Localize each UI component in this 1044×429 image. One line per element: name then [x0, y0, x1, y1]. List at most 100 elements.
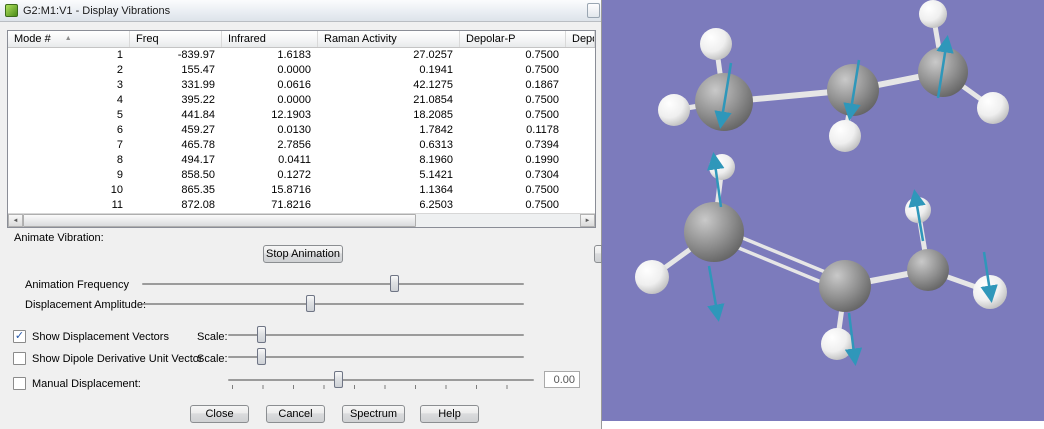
table-row[interactable]: 11872.0871.82166.25030.7500: [8, 198, 595, 213]
scrollbar-track[interactable]: [416, 214, 580, 227]
slider-thumb[interactable]: [306, 295, 315, 312]
table-cell: 9: [8, 168, 130, 183]
displacement-vector-arrow: [709, 266, 718, 317]
table-row[interactable]: 6459.270.01301.78420.1178: [8, 123, 595, 138]
manual-displacement-value-field[interactable]: [544, 371, 580, 388]
animation-frequency-label: Animation Frequency: [25, 279, 129, 291]
vibration-modes-table: Mode #▲FreqInfraredRaman ActivityDepolar…: [7, 30, 596, 228]
dipole-scale-label: Scale:: [197, 353, 228, 365]
vector-scale-slider[interactable]: [228, 326, 524, 343]
display-vibrations-window: G2:M1:V1 - Display Vibrations Mode #▲Fre…: [0, 0, 602, 429]
table-cell: [566, 138, 595, 153]
table-cell: 18.2085: [318, 108, 460, 123]
table-cell: 0.7304: [460, 168, 566, 183]
table-cell: 6.2503: [318, 198, 460, 213]
table-row[interactable]: 9858.500.12725.14210.7304: [8, 168, 595, 183]
column-header[interactable]: Depolar-P: [460, 31, 566, 47]
hydrogen-atom[interactable]: [829, 120, 861, 152]
table-cell: 0.1272: [222, 168, 318, 183]
window-title: G2:M1:V1 - Display Vibrations: [23, 5, 170, 17]
slider-thumb[interactable]: [334, 371, 343, 388]
animate-vibration-label: Animate Vibration:: [14, 232, 104, 244]
slider-track[interactable]: [228, 356, 524, 358]
molecule-3d-render[interactable]: [602, 0, 1044, 421]
table-cell: 10: [8, 183, 130, 198]
table-row[interactable]: 7465.782.78560.63130.7394: [8, 138, 595, 153]
table-cell: 0.7500: [460, 183, 566, 198]
column-header[interactable]: Depolar: [566, 31, 595, 47]
table-cell: 0.1178: [460, 123, 566, 138]
slider-track[interactable]: [228, 379, 534, 381]
table-row[interactable]: 4395.220.000021.08540.7500: [8, 93, 595, 108]
dipole-scale-slider[interactable]: [228, 348, 524, 365]
slider-thumb[interactable]: [257, 326, 266, 343]
scroll-left-icon[interactable]: ◄: [8, 214, 23, 227]
carbon-atom[interactable]: [819, 260, 871, 312]
table-row[interactable]: 3331.990.061642.12750.1867: [8, 78, 595, 93]
table-cell: [566, 198, 595, 213]
table-cell: 1.6183: [222, 48, 318, 63]
scrollbar-thumb[interactable]: [23, 214, 416, 227]
column-header[interactable]: Mode #▲: [8, 31, 130, 47]
table-cell: 8: [8, 153, 130, 168]
table-row[interactable]: 5441.8412.190318.20850.7500: [8, 108, 595, 123]
carbon-atom[interactable]: [907, 249, 949, 291]
carbon-atom[interactable]: [684, 202, 744, 262]
displacement-amplitude-slider[interactable]: [142, 295, 524, 312]
table-cell: 0.1990: [460, 153, 566, 168]
hydrogen-atom[interactable]: [919, 0, 947, 28]
hydrogen-atom[interactable]: [700, 28, 732, 60]
stop-animation-button[interactable]: Stop Animation: [263, 245, 343, 263]
table-row[interactable]: 2155.470.00000.19410.7500: [8, 63, 595, 78]
close-button[interactable]: Close: [190, 405, 249, 423]
slider-track[interactable]: [142, 283, 524, 285]
hydrogen-atom[interactable]: [658, 94, 690, 126]
help-button[interactable]: Help: [420, 405, 479, 423]
slider-track[interactable]: [142, 303, 524, 305]
table-cell: 331.99: [130, 78, 222, 93]
spectrum-button[interactable]: Spectrum: [342, 405, 405, 423]
show-displacement-vectors-label: Show Displacement Vectors: [32, 331, 169, 343]
slider-thumb[interactable]: [390, 275, 399, 292]
table-row[interactable]: 10865.3515.87161.13640.7500: [8, 183, 595, 198]
table-cell: 465.78: [130, 138, 222, 153]
titlebar-button-fragment[interactable]: [587, 3, 600, 18]
molecule-viewport[interactable]: [602, 0, 1044, 429]
column-header[interactable]: Freq: [130, 31, 222, 47]
app-icon: [5, 4, 18, 17]
table-row[interactable]: 8494.170.04118.19600.1990: [8, 153, 595, 168]
show-displacement-vectors-checkbox[interactable]: ✓: [13, 330, 26, 343]
manual-displacement-slider[interactable]: [228, 371, 534, 388]
table-cell: 0.0616: [222, 78, 318, 93]
horizontal-scrollbar[interactable]: ◄ ►: [8, 213, 595, 227]
table-cell: 865.35: [130, 183, 222, 198]
table-cell: 11: [8, 198, 130, 213]
table-cell: [566, 168, 595, 183]
slider-track[interactable]: [228, 334, 524, 336]
table-cell: 0.7394: [460, 138, 566, 153]
table-cell: 42.1275: [318, 78, 460, 93]
cut-off-button-fragment[interactable]: [594, 245, 602, 263]
table-cell: [566, 78, 595, 93]
titlebar[interactable]: G2:M1:V1 - Display Vibrations: [0, 0, 601, 22]
table-cell: 5: [8, 108, 130, 123]
hydrogen-atom[interactable]: [821, 328, 853, 360]
table-cell: 0.0000: [222, 93, 318, 108]
table-cell: 0.7500: [460, 48, 566, 63]
manual-displacement-checkbox[interactable]: [13, 377, 26, 390]
scroll-right-icon[interactable]: ►: [580, 214, 595, 227]
hydrogen-atom[interactable]: [977, 92, 1009, 124]
table-row[interactable]: 1-839.971.618327.02570.7500: [8, 48, 595, 63]
table-cell: 0.0130: [222, 123, 318, 138]
column-header[interactable]: Infrared: [222, 31, 318, 47]
animation-frequency-slider[interactable]: [142, 275, 524, 292]
table-cell: [566, 123, 595, 138]
show-dipole-derivative-checkbox[interactable]: [13, 352, 26, 365]
table-cell: [566, 63, 595, 78]
hydrogen-atom[interactable]: [635, 260, 669, 294]
table-cell: 3: [8, 78, 130, 93]
column-header[interactable]: Raman Activity: [318, 31, 460, 47]
table-cell: 0.7500: [460, 108, 566, 123]
slider-thumb[interactable]: [257, 348, 266, 365]
cancel-button[interactable]: Cancel: [266, 405, 325, 423]
